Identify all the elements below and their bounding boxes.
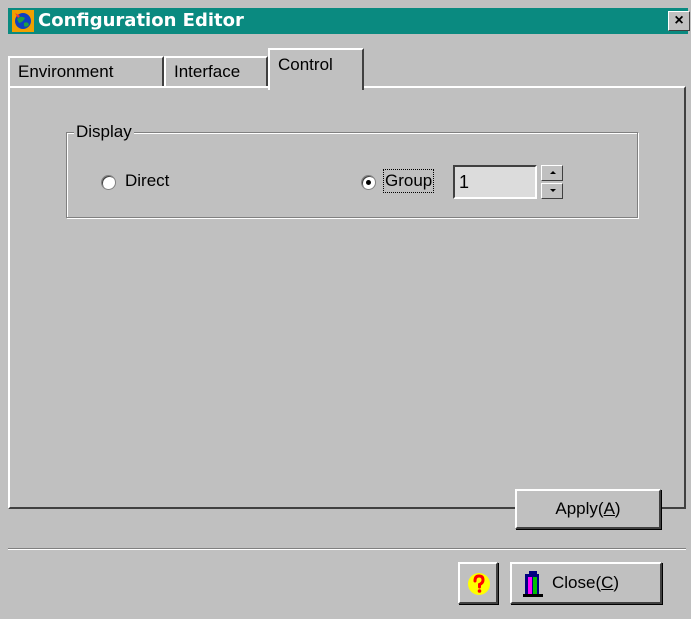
group-number-input[interactable]: 1 xyxy=(453,165,537,199)
title-close-button[interactable]: × xyxy=(668,11,690,31)
close-button[interactable]: Close(C) xyxy=(510,562,662,604)
display-groupbox: Display Direct Group 1 xyxy=(66,122,638,218)
configuration-editor-window: Configuration Editor × Environment Inter… xyxy=(0,0,691,619)
tab-environment-label: Environment xyxy=(18,62,114,81)
app-globe-icon xyxy=(12,10,34,32)
direct-radio[interactable] xyxy=(101,175,116,190)
tab-control-label: Control xyxy=(278,55,333,74)
tab-panel-control: Display Direct Group 1 xyxy=(8,86,686,509)
tab-control[interactable]: Control xyxy=(268,48,364,90)
apply-label: Apply( xyxy=(555,499,604,518)
apply-button[interactable]: Apply(A) xyxy=(515,489,661,529)
close-mnemonic: C xyxy=(601,573,614,592)
tab-interface-label: Interface xyxy=(174,62,241,81)
tab-interface[interactable]: Interface xyxy=(164,56,268,88)
window-title: Configuration Editor xyxy=(38,10,244,31)
spin-down-button[interactable] xyxy=(541,183,563,199)
close-suffix: ) xyxy=(613,573,620,592)
group-radio[interactable] xyxy=(361,175,376,190)
title-bar[interactable]: Configuration Editor × xyxy=(8,8,690,34)
apply-suffix: ) xyxy=(614,499,621,518)
close-label: Close( xyxy=(552,573,602,592)
apply-mnemonic: A xyxy=(603,499,615,518)
help-button[interactable] xyxy=(458,562,498,604)
display-group-label: Display xyxy=(74,122,134,142)
direct-radio-label[interactable]: Direct xyxy=(125,171,169,191)
spin-up-button[interactable] xyxy=(541,165,563,181)
footer-separator xyxy=(8,548,686,550)
door-exit-icon xyxy=(523,571,543,597)
group-radio-label[interactable]: Group xyxy=(382,169,435,193)
question-mark-icon xyxy=(468,573,490,595)
tab-environment[interactable]: Environment xyxy=(8,56,164,88)
